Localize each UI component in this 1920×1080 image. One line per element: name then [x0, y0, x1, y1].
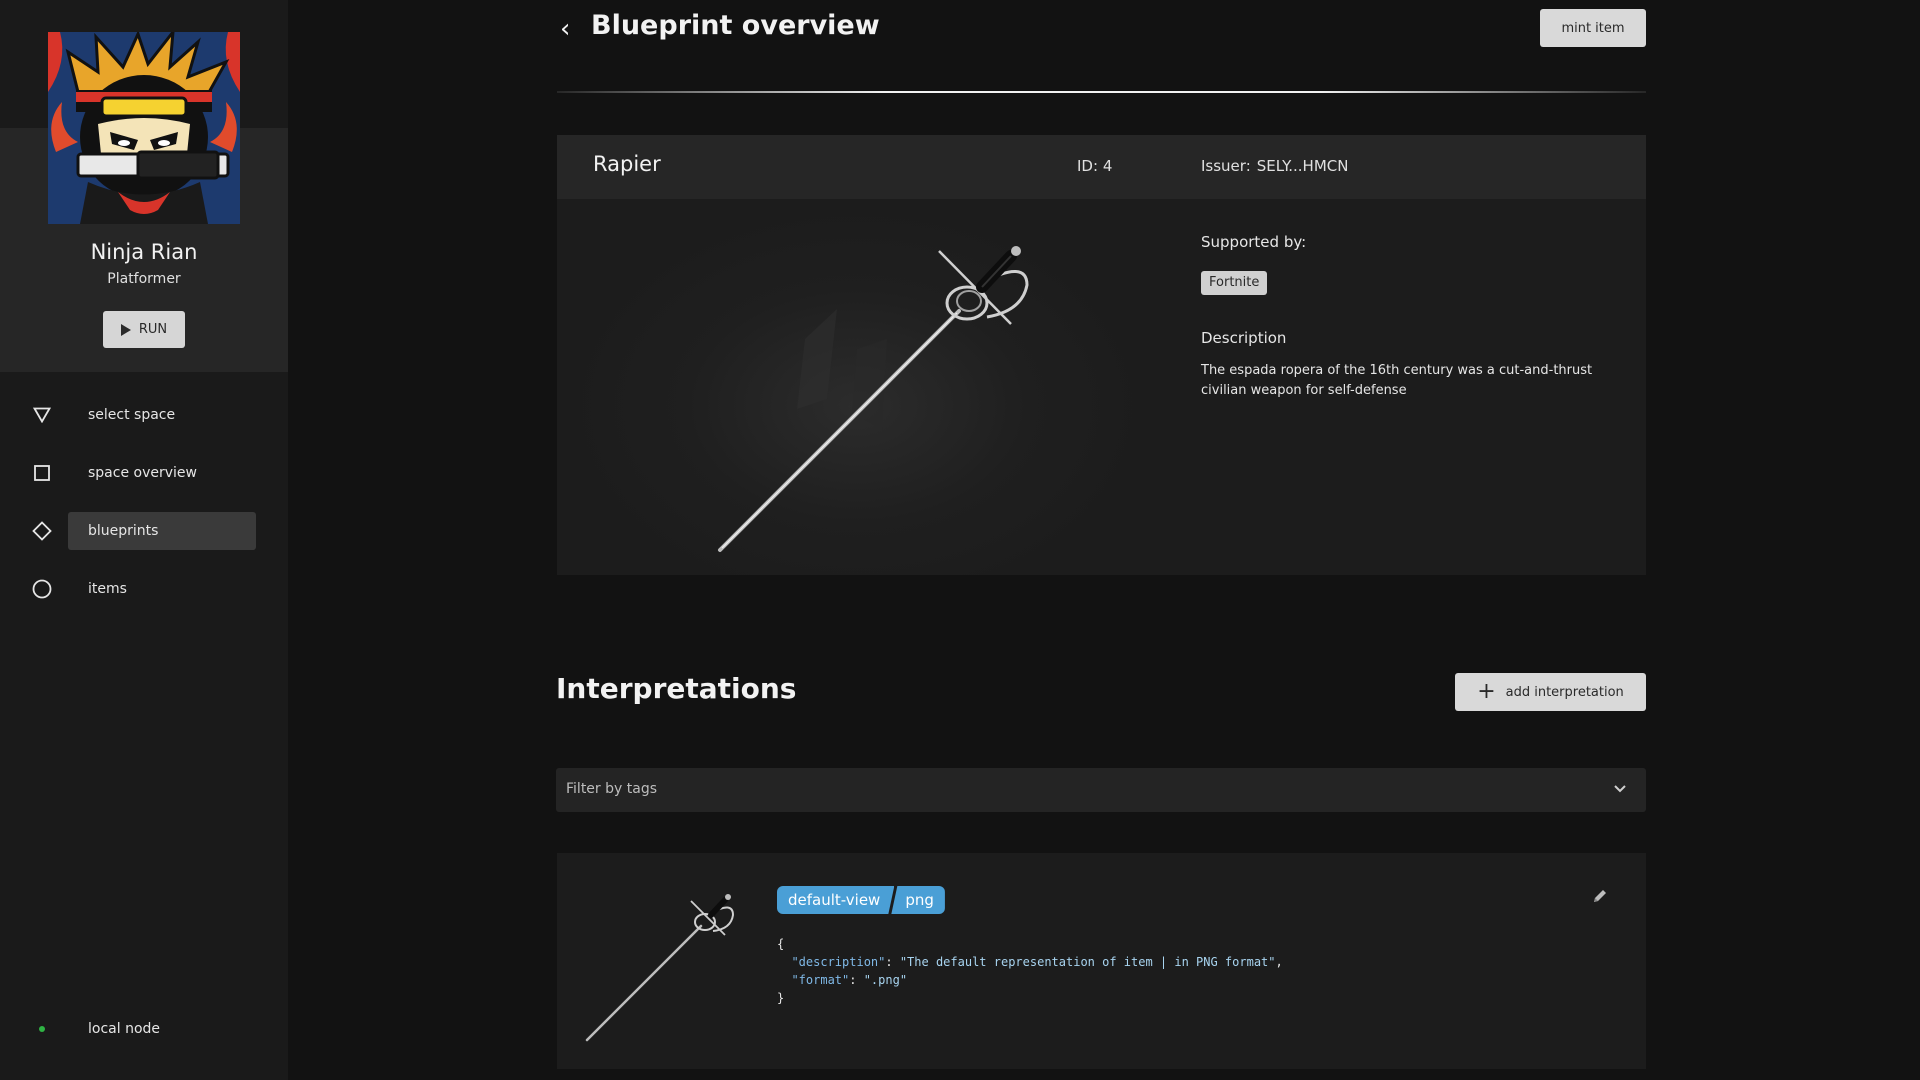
json-value-format: ".png"	[863, 973, 908, 987]
json-value-description: "The default representation of item | in…	[899, 955, 1276, 969]
sidebar-item-blueprints[interactable]: blueprints	[0, 512, 288, 550]
json-key-description: "description"	[791, 955, 886, 969]
json-close-brace: }	[777, 991, 785, 1005]
interpretation-card: default-view png { "description": "The d…	[557, 853, 1646, 1069]
interpretations-title: Interpretations	[556, 672, 797, 705]
blueprint-header: Rapier ID: 4 Issuer: SELY...HMCN	[557, 135, 1646, 199]
diamond-icon	[32, 521, 52, 541]
header-divider	[557, 91, 1646, 93]
local-node-status: local node	[0, 1010, 288, 1048]
tag-png[interactable]: png	[891, 886, 945, 914]
tag-default-view[interactable]: default-view	[777, 886, 894, 914]
pencil-edit-icon[interactable]	[1591, 887, 1609, 905]
local-node-label: local node	[88, 1021, 161, 1037]
run-button[interactable]: RUN	[103, 311, 185, 348]
sidebar-item-space-overview[interactable]: space overview	[0, 454, 288, 492]
sidebar-item-items[interactable]: items	[0, 570, 288, 608]
interpretation-thumbnail	[577, 873, 737, 1049]
square-icon	[32, 463, 52, 483]
blueprint-id-value: 4	[1102, 157, 1113, 175]
blueprint-issuer: Issuer: SELY...HMCN	[1201, 157, 1348, 175]
page-title: Blueprint overview	[591, 10, 880, 41]
sidebar-item-label: blueprints	[68, 512, 256, 550]
json-key-format: "format"	[791, 973, 850, 987]
sidebar-item-label: space overview	[88, 465, 197, 481]
description-label: Description	[1201, 329, 1287, 347]
circle-icon	[32, 579, 52, 599]
game-avatar	[48, 32, 240, 224]
blueprint-id: ID: 4	[1077, 157, 1112, 175]
game-genre: Platformer	[107, 271, 181, 287]
sidebar-item-select-space[interactable]: select space	[0, 396, 288, 434]
chevron-down-icon	[1610, 778, 1630, 798]
add-interpretation-button[interactable]: + add interpretation	[1455, 673, 1646, 711]
play-icon	[120, 323, 131, 336]
add-interpretation-label: add interpretation	[1505, 684, 1624, 700]
supported-by-label: Supported by:	[1201, 233, 1307, 251]
blueprint-id-label: ID:	[1077, 157, 1099, 175]
sidebar: Ninja Rian Platformer RUN select space s…	[0, 0, 288, 1080]
plus-icon: +	[1477, 679, 1496, 704]
mint-item-button[interactable]: mint item	[1540, 9, 1646, 47]
filter-by-tags-select[interactable]: Filter by tags	[556, 768, 1646, 812]
interpretation-tags: default-view png	[777, 886, 945, 914]
status-dot-icon	[39, 1026, 45, 1032]
issuer-label: Issuer:	[1201, 157, 1251, 175]
blueprint-image	[557, 199, 1157, 575]
json-open-brace: {	[777, 937, 785, 951]
triangle-down-icon	[32, 405, 52, 425]
game-name: Ninja Rian	[90, 240, 198, 264]
sidebar-item-label: select space	[88, 407, 176, 423]
interpretation-json: { "description": "The default representa…	[777, 937, 1283, 1005]
description-text: The espada ropera of the 16th century wa…	[1201, 363, 1593, 398]
supported-tag-chip: Fortnite	[1201, 271, 1268, 295]
back-chevron-icon[interactable]: ‹	[560, 14, 570, 44]
filter-placeholder: Filter by tags	[566, 781, 657, 797]
blueprint-name: Rapier	[593, 152, 661, 176]
blueprint-card: Rapier ID: 4 Issuer: SELY...HMCN Support…	[557, 135, 1646, 575]
issuer-value: SELY...HMCN	[1256, 157, 1349, 175]
run-button-label: RUN	[138, 322, 168, 337]
sidebar-item-label: items	[88, 581, 127, 597]
